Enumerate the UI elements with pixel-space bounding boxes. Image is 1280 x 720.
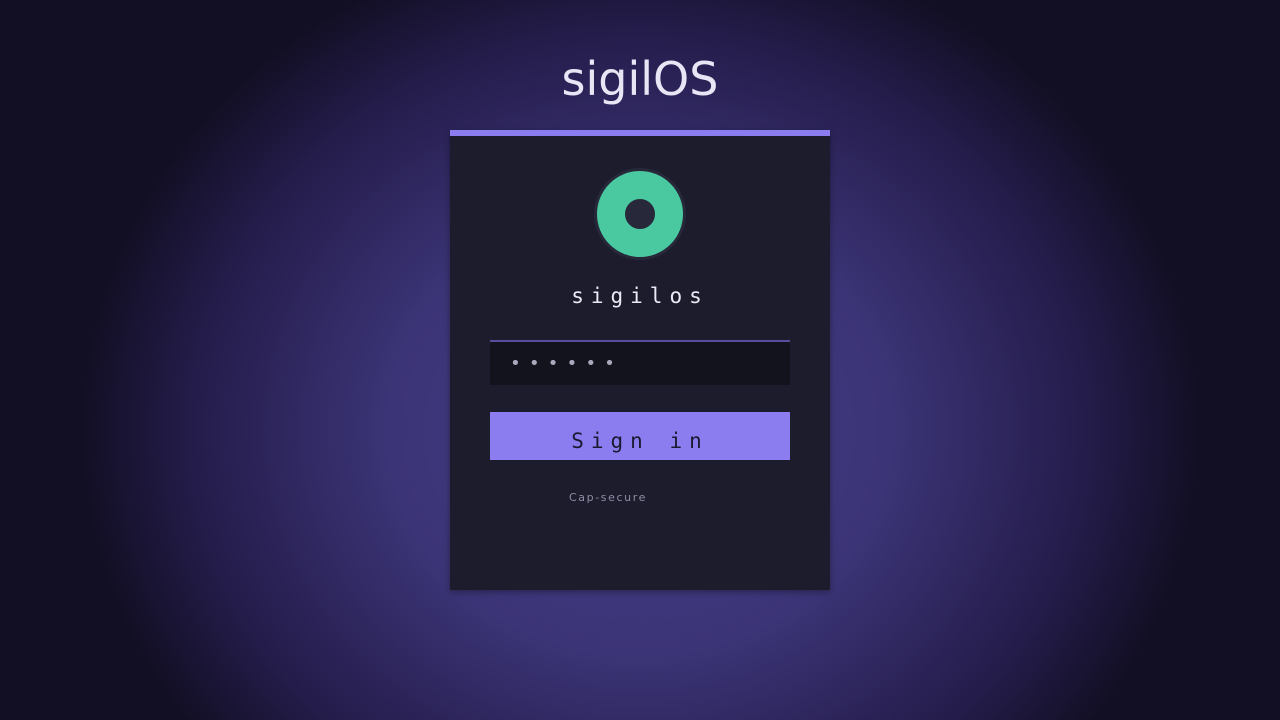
signin-button[interactable]: Sign in bbox=[490, 412, 790, 460]
cap-secure-label: Cap-secure bbox=[569, 491, 647, 504]
login-card: sigilos Sign in Cap-secure bbox=[450, 130, 830, 590]
ring-logo-svg bbox=[596, 170, 684, 258]
os-title: sigilOS bbox=[561, 52, 719, 106]
card-accent-bar bbox=[450, 130, 830, 136]
ring-logo-icon bbox=[594, 168, 686, 260]
password-field[interactable] bbox=[490, 340, 790, 385]
brand-name: sigilos bbox=[571, 284, 709, 308]
